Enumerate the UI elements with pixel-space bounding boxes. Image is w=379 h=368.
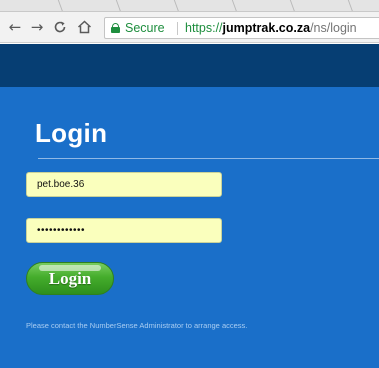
tab-divider xyxy=(173,0,180,11)
url-text[interactable]: https://jumptrak.co.za/ns/login xyxy=(185,21,357,35)
tab-divider xyxy=(231,0,238,11)
home-icon[interactable] xyxy=(75,18,93,36)
lock-icon xyxy=(111,23,120,33)
title-divider xyxy=(38,158,379,159)
tab-divider xyxy=(115,0,122,11)
username-field[interactable] xyxy=(26,172,222,197)
address-divider xyxy=(177,22,178,35)
forward-arrow-icon[interactable]: → xyxy=(28,18,46,36)
tab-divider xyxy=(347,0,354,11)
login-button[interactable]: Login xyxy=(26,262,114,295)
access-note: Please contact the NumberSense Administr… xyxy=(26,321,248,330)
tab-divider xyxy=(57,0,64,11)
url-path: /ns/login xyxy=(310,21,357,35)
url-host: jumptrak.co.za xyxy=(222,21,311,35)
reload-icon[interactable] xyxy=(51,18,69,36)
url-scheme: https:// xyxy=(185,21,223,35)
tab-divider xyxy=(289,0,296,11)
login-panel: Login Login Please contact the NumberSen… xyxy=(0,87,379,368)
tab-strip xyxy=(0,0,379,12)
security-label: Secure xyxy=(125,21,165,35)
login-button-label: Login xyxy=(48,268,92,288)
browser-toolbar: ← → Secure https://jumptrak.co.za/ns/log… xyxy=(0,12,379,43)
address-bar[interactable]: Secure https://jumptrak.co.za/ns/login xyxy=(104,17,379,39)
back-arrow-icon[interactable]: ← xyxy=(6,18,24,36)
site-header-bar xyxy=(0,44,379,87)
page-title: Login xyxy=(35,118,108,148)
password-field[interactable] xyxy=(26,218,222,243)
